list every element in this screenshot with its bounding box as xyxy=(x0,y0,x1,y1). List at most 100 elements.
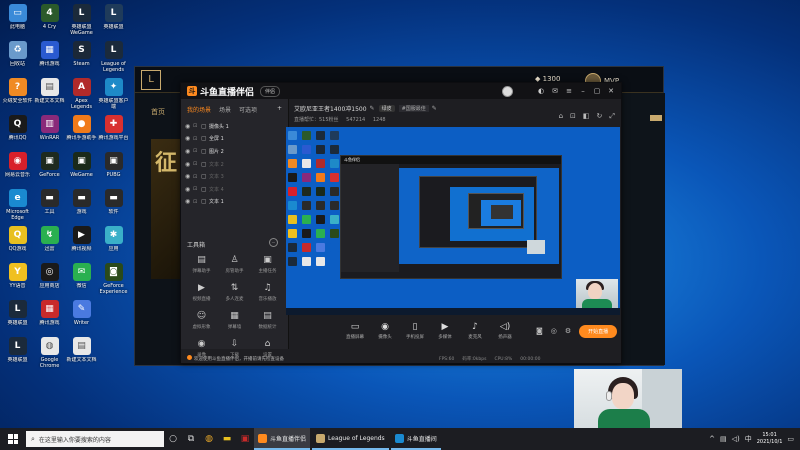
scene-tab[interactable]: 场景 xyxy=(219,105,231,114)
tool-button[interactable]: ▣ 主播任务 xyxy=(251,255,284,283)
source-button[interactable]: ▯ 手机投屏 xyxy=(400,322,430,340)
desktop-icon[interactable]: ✚ 腾讯游戏平台 xyxy=(98,115,129,152)
live-category-tag[interactable]: 绿皮 xyxy=(378,104,395,112)
eye-icon[interactable]: ◉ xyxy=(185,123,193,130)
live-title[interactable]: 艾欧尼亚王者1400冲1500 xyxy=(294,104,367,113)
shield-icon[interactable]: ⌂ xyxy=(559,112,563,121)
desktop-icon[interactable]: ▬ 工具 xyxy=(34,189,65,226)
message-icon[interactable]: ✉ xyxy=(551,87,559,95)
taskbar-search[interactable]: ⌕ 在这里输入你要搜索的内容 xyxy=(26,431,164,447)
edit-tag-icon[interactable]: ✎ xyxy=(432,105,437,112)
desktop-icon[interactable]: ▥ WinRAR xyxy=(34,115,65,152)
start-button[interactable] xyxy=(0,428,26,450)
desktop-icon[interactable]: L 英雄联盟 xyxy=(2,300,33,337)
source-button[interactable]: ▭ 直播屏幕 xyxy=(340,322,370,340)
desktop-icon[interactable]: ↯ 迅雷 xyxy=(34,226,65,263)
record-icon[interactable]: ◙ xyxy=(536,327,543,335)
share-icon[interactable]: ⤢ xyxy=(609,112,615,121)
lol-logo-icon[interactable]: L xyxy=(141,69,161,90)
desktop-icon[interactable]: L League of Legends xyxy=(98,41,129,78)
desktop-icon[interactable]: ● 腾讯手游助手 xyxy=(66,115,97,152)
eye-icon[interactable]: ◉ xyxy=(185,198,193,205)
gift-icon[interactable]: ◧ xyxy=(583,112,590,121)
notification-icon[interactable]: ▭ xyxy=(787,435,794,443)
eye-icon[interactable]: ◉ xyxy=(185,161,193,168)
taskbar-app[interactable]: 斗鱼直播间 xyxy=(390,428,441,450)
desktop-icon[interactable]: ▦ 腾讯游戏 xyxy=(34,41,65,78)
desktop-icon[interactable]: Y YY语音 xyxy=(2,263,33,300)
lock-icon[interactable]: ⊡ xyxy=(193,161,201,167)
desktop-icon[interactable]: ✉ 微信 xyxy=(66,263,97,300)
ime-icon[interactable]: 中 xyxy=(745,434,752,444)
desktop-icon[interactable]: ◍ Google Chrome xyxy=(34,337,65,374)
scene-item[interactable]: ◉ ⊡ ▢ 文本 3 xyxy=(185,170,284,183)
tool-button[interactable]: ⇅ 多人连麦 xyxy=(218,283,251,311)
scene-tab[interactable]: 可选项 xyxy=(239,105,257,114)
desktop-icon[interactable]: ▣ WeGame xyxy=(66,152,97,189)
desktop-icon[interactable]: ▤ 新建文本文档 xyxy=(66,337,97,374)
desktop-icon[interactable]: ? 火绒安全软件 xyxy=(2,78,33,115)
lock-icon[interactable]: ⊡ xyxy=(570,112,576,121)
tool-button[interactable]: ☺ 虚拟形象 xyxy=(185,311,218,339)
desktop-icon[interactable]: ✦ 英雄联盟客户端 xyxy=(98,78,129,115)
desktop-icon[interactable]: ▦ 腾讯游戏 xyxy=(34,300,65,337)
eye-icon[interactable]: ◉ xyxy=(185,186,193,193)
streamer-app-window[interactable]: 斗 斗鱼直播伴侣 伴侣 ◐ ✉ ≡ – ▢ ✕ 艾欧尼亚王者1400冲1500 … xyxy=(180,82,622,364)
taskbar-app[interactable]: 斗鱼直播伴侣 xyxy=(254,428,311,450)
lock-icon[interactable]: ⊡ xyxy=(193,123,201,129)
app-icon[interactable]: ▣ xyxy=(236,428,254,450)
desktop-icon[interactable]: ✱ 应用 xyxy=(98,226,129,263)
tool-button[interactable]: ▦ 弹幕墙 xyxy=(218,311,251,339)
app-badge[interactable]: 伴侣 xyxy=(260,85,281,97)
lock-icon[interactable]: ⊡ xyxy=(193,136,201,142)
desktop-icon[interactable]: S Steam xyxy=(66,41,97,78)
lol-home-tab[interactable]: 首页 xyxy=(151,107,165,117)
desktop-icon[interactable]: ▶ 腾讯视频 xyxy=(66,226,97,263)
desktop-icon[interactable]: ▬ 软件 xyxy=(98,189,129,226)
desktop-icon[interactable]: ▣ GeForce xyxy=(34,152,65,189)
desktop-icon[interactable]: ▤ 新建文本文档 xyxy=(34,78,65,115)
desktop-icon[interactable]: L 英雄联盟 xyxy=(2,337,33,374)
scene-item[interactable]: ◉ ⊡ ▢ 摄像头 1 xyxy=(185,120,284,133)
scene-item[interactable]: ◉ ⊡ ▢ 图片 2 xyxy=(185,145,284,158)
settings-icon[interactable]: ⚙ xyxy=(565,327,571,335)
live-preview[interactable]: 斗鱼伴侣 xyxy=(286,127,620,315)
tool-button[interactable]: ♫ 音乐播放 xyxy=(251,283,284,311)
menu-icon[interactable]: ≡ xyxy=(565,87,573,95)
eye-icon[interactable]: ◉ xyxy=(185,148,193,155)
desktop-icon[interactable]: ◉ 网易云音乐 xyxy=(2,152,33,189)
maximize-icon[interactable]: ▢ xyxy=(593,87,601,95)
tool-button[interactable]: ▶ 视频直播 xyxy=(185,283,218,311)
source-button[interactable]: ♪ 麦克风 xyxy=(460,322,490,340)
add-scene-icon[interactable]: + xyxy=(277,105,282,114)
desktop-icon[interactable]: e Microsoft Edge xyxy=(2,189,33,226)
desktop-icon[interactable]: ▭ 此电脑 xyxy=(2,4,33,41)
scene-item[interactable]: ◉ ⊡ ▢ 文本 1 xyxy=(185,196,284,209)
clock[interactable]: 15:01 2021/10/1 xyxy=(757,432,783,446)
desktop-icon[interactable]: ▬ 游戏 xyxy=(66,189,97,226)
scene-item[interactable]: ◉ ⊡ ▢ 文本 4 xyxy=(185,183,284,196)
lock-icon[interactable]: ⊡ xyxy=(193,199,201,205)
live-topic-tag[interactable]: #国服最佳 xyxy=(398,104,429,112)
tool-button[interactable]: ▤ 弹幕助手 xyxy=(185,255,218,283)
taskbar-app[interactable]: League of Legends xyxy=(312,428,389,450)
desktop-icon[interactable]: L 英雄联盟WeGame xyxy=(66,4,97,41)
eye-icon[interactable]: ◉ xyxy=(185,173,193,180)
desktop-icon[interactable]: ◎ 应用商店 xyxy=(34,263,65,300)
tool-button[interactable]: ▤ 数据统计 xyxy=(251,311,284,339)
lock-icon[interactable]: ⊡ xyxy=(193,148,201,154)
edit-title-icon[interactable]: ✎ xyxy=(370,105,375,112)
mask-icon[interactable]: ◎ xyxy=(551,327,557,335)
desktop-icon[interactable]: ◙ GeForce Experience xyxy=(98,263,129,300)
minimize-icon[interactable]: – xyxy=(579,87,587,95)
file-explorer-icon[interactable]: ▬ xyxy=(218,428,236,450)
start-live-button[interactable]: 开始直播 xyxy=(579,324,618,338)
tool-button[interactable]: ♙ 房管助手 xyxy=(218,255,251,283)
source-button[interactable]: ◉ 摄像头 xyxy=(370,322,400,340)
close-icon[interactable]: ✕ xyxy=(607,87,615,95)
cortana-icon[interactable]: ○ xyxy=(164,428,182,450)
chevron-up-icon[interactable]: ^ xyxy=(709,435,715,443)
scene-tab[interactable]: 我的场景 xyxy=(187,105,211,114)
desktop-icon[interactable]: Q 腾讯QQ xyxy=(2,115,33,152)
lock-icon[interactable]: ⊡ xyxy=(193,174,201,180)
